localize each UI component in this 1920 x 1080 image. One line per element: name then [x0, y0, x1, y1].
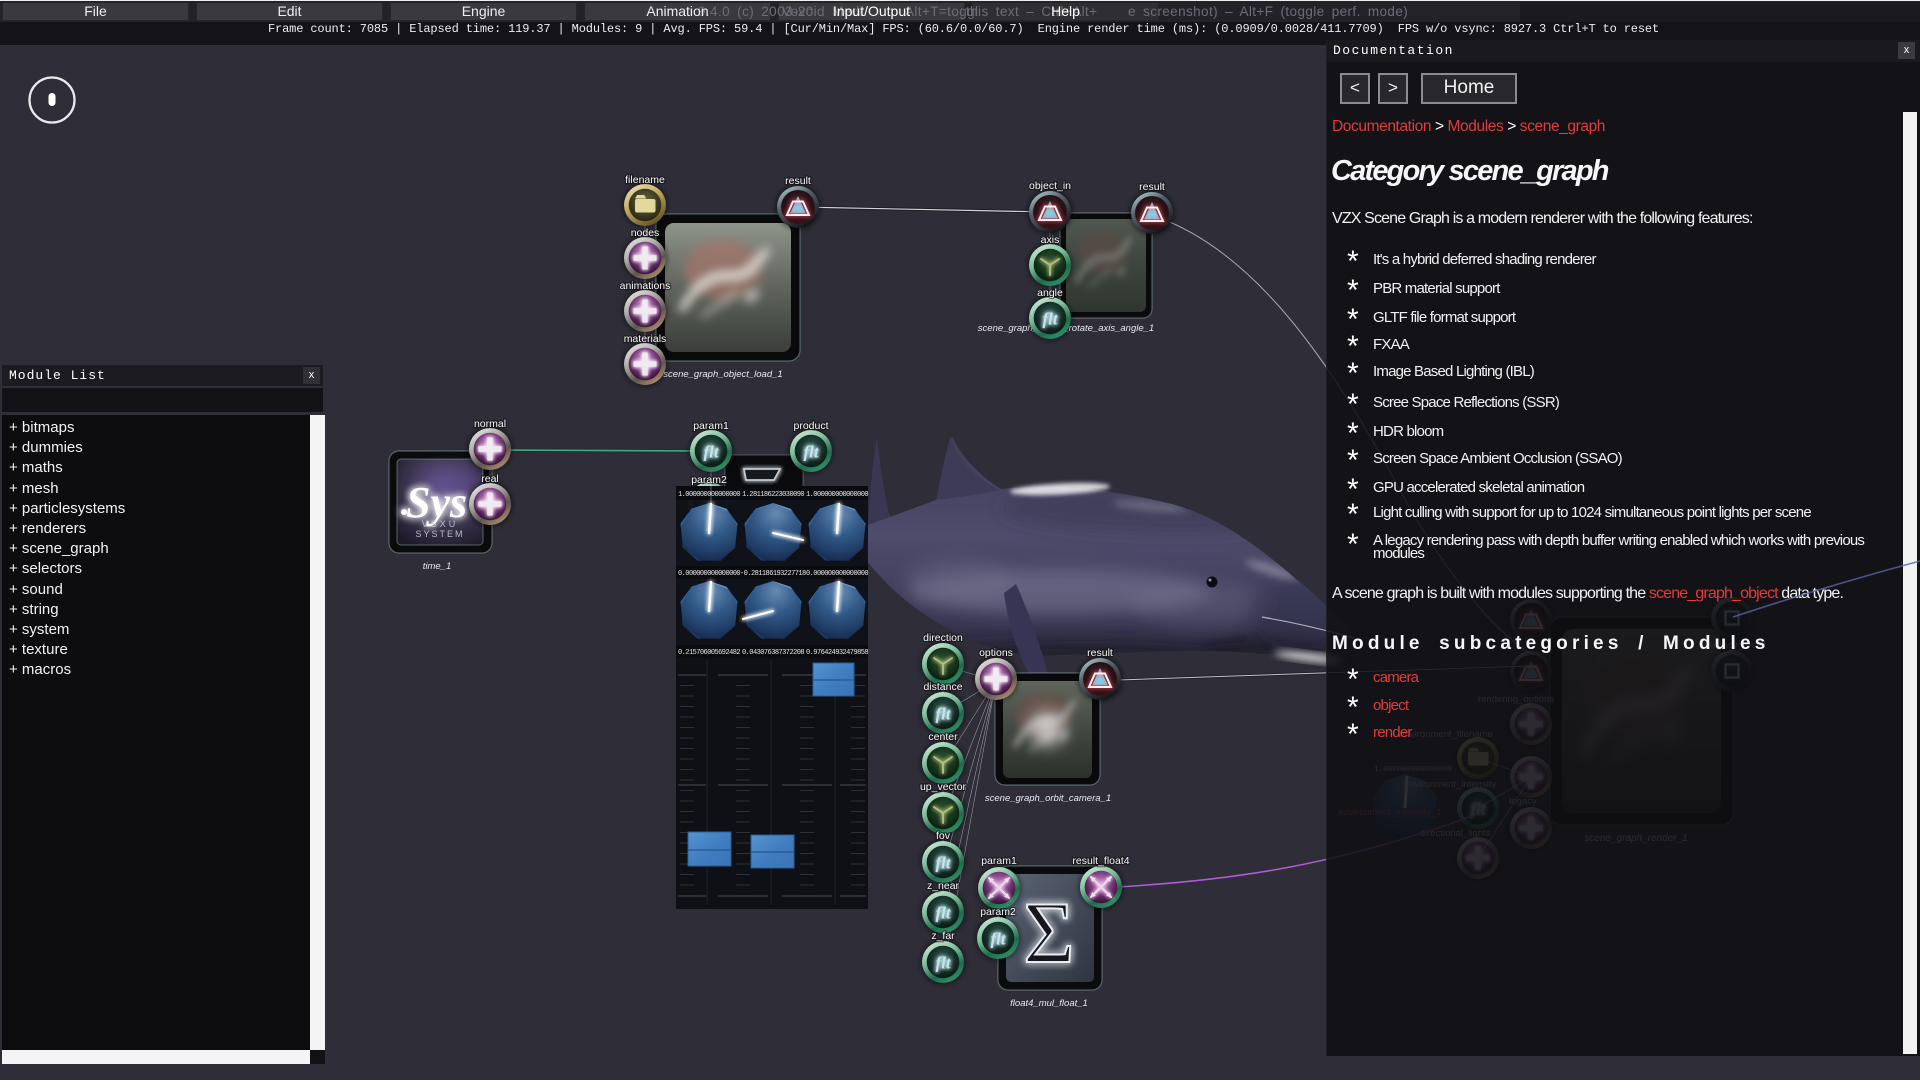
svg-text:animations: animations	[620, 280, 671, 292]
svg-text:distance: distance	[923, 681, 962, 693]
svg-text:result_float4: result_float4	[1072, 855, 1129, 867]
svg-text:0.976424932479858: 0.976424932479858	[806, 649, 868, 657]
svg-text:center: center	[928, 731, 958, 743]
svg-text:0.215706005692482: 0.215706005692482	[678, 649, 740, 657]
svg-text:options: options	[979, 647, 1013, 659]
svg-text:param2: param2	[691, 474, 727, 486]
svg-text:materials: materials	[624, 333, 667, 345]
svg-text:-0.281186193227718: -0.281186193227718	[740, 570, 806, 578]
svg-text:SYSTEM: SYSTEM	[415, 529, 464, 539]
svg-text:result: result	[1087, 647, 1113, 659]
svg-text:0.043076387372208: 0.043076387372208	[742, 649, 804, 657]
svg-text:Σ: Σ	[1023, 885, 1074, 982]
svg-text:axis: axis	[1041, 234, 1060, 246]
svg-text:product: product	[793, 420, 828, 432]
svg-text:0.000000000000000: 0.000000000000000	[806, 570, 868, 578]
svg-text:z_far: z_far	[931, 930, 955, 942]
svg-text:object_in: object_in	[1029, 180, 1071, 192]
svg-text:up_vector: up_vector	[920, 781, 967, 793]
svg-text:result: result	[1139, 181, 1165, 193]
svg-text:param2: param2	[980, 906, 1016, 918]
svg-text:fov: fov	[936, 830, 951, 842]
svg-text:normal: normal	[474, 418, 506, 430]
svg-text:filename: filename	[625, 174, 665, 186]
svg-text:scene_graph_object_load_1: scene_graph_object_load_1	[663, 369, 782, 380]
svg-text:nodes: nodes	[631, 227, 660, 239]
svg-text:angle: angle	[1037, 287, 1063, 299]
svg-text:0.000000000000000: 0.000000000000000	[678, 570, 740, 578]
svg-text:scene_graph_orbit_camera_1: scene_graph_orbit_camera_1	[985, 793, 1111, 804]
svg-text:param1: param1	[981, 855, 1017, 867]
svg-text:float4_mul_float_1: float4_mul_float_1	[1010, 998, 1088, 1009]
svg-text:1.000000000000000: 1.000000000000000	[806, 491, 868, 499]
svg-text:time_1: time_1	[423, 561, 452, 572]
svg-text:real: real	[481, 473, 499, 485]
svg-text:VSXU: VSXU	[422, 519, 459, 529]
svg-text:1.000000000000000: 1.000000000000000	[678, 491, 740, 499]
svg-text:1.281186223030090: 1.281186223030090	[742, 491, 804, 499]
svg-text:direction: direction	[923, 632, 963, 644]
svg-text:z_near: z_near	[927, 880, 960, 892]
svg-text:result: result	[785, 175, 811, 187]
svg-text:param1: param1	[693, 420, 729, 432]
